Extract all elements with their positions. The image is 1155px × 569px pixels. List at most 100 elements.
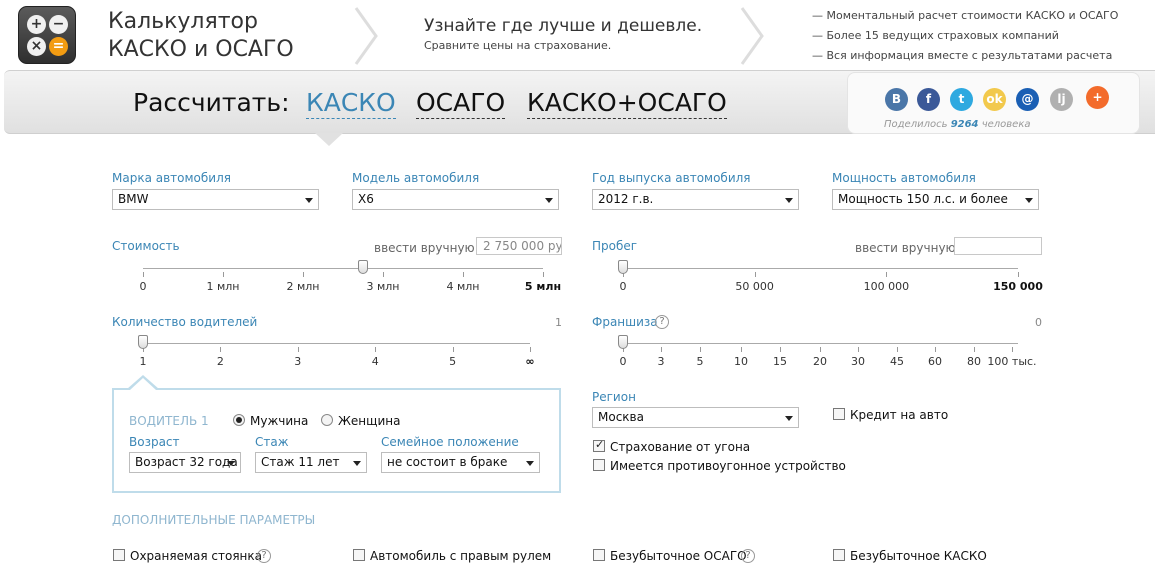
slider-tick-label: 4 [371, 355, 379, 368]
experience-label: Стаж [255, 435, 289, 449]
gender-male-radio[interactable] [233, 414, 245, 426]
slider-tick [463, 272, 464, 277]
slider-handle[interactable] [138, 335, 148, 349]
slider-track[interactable] [143, 268, 543, 269]
slider-tick [700, 347, 701, 352]
calculator-logo-icon: + − × = [18, 6, 76, 64]
family-select[interactable]: не состоит в браке [381, 452, 540, 473]
slider-tick-label: 2 млн [286, 280, 320, 293]
drivers-label: Количество водителей [112, 315, 258, 329]
antitheft-checkbox[interactable] [593, 459, 605, 471]
mileage-manual-label: ввести вручную: [855, 241, 960, 255]
region-select[interactable]: Москва [592, 407, 799, 428]
slider-tick-label: 50 000 [735, 280, 774, 293]
app-title-line1: Калькулятор [108, 9, 258, 34]
slider-tick [858, 347, 859, 352]
share-count-suffix: человека [981, 119, 1031, 130]
credit-label[interactable]: Кредит на авто [850, 408, 948, 422]
deductible-help-icon[interactable]: ? [655, 315, 669, 329]
age-select-value: Возраст 32 года [135, 455, 238, 469]
slider-track[interactable] [623, 343, 1018, 344]
tab-kasko[interactable]: КАСКО [306, 88, 396, 119]
extra-params-title: ДОПОЛНИТЕЛЬНЫЕ ПАРАМЕТРЫ [112, 513, 316, 527]
cost-manual-label: ввести вручную: [374, 241, 479, 255]
family-label: Семейное положение [381, 435, 519, 449]
slider-tick [820, 347, 821, 352]
make-select[interactable]: BMW [112, 189, 319, 210]
gender-male-label[interactable]: Мужчина [250, 414, 308, 428]
slider-handle[interactable] [618, 260, 628, 274]
guarded-parking-label[interactable]: Охраняемая стоянка [130, 549, 262, 563]
model-select-value: X6 [358, 192, 374, 206]
theft-checkbox[interactable] [593, 438, 605, 452]
no-claims-osago-help-icon[interactable]: ? [741, 549, 755, 563]
mileage-manual-input[interactable] [954, 237, 1042, 255]
slider-track[interactable] [143, 343, 530, 344]
no-claims-osago-label[interactable]: Безубыточное ОСАГО [610, 549, 747, 563]
livejournal-icon[interactable]: lj [1050, 88, 1073, 111]
slider-tick [754, 272, 756, 277]
slider-tick-label: 3 [294, 355, 302, 368]
promo-subtitle: Сравните цены на страхование. [424, 39, 612, 52]
plus-key: + [27, 15, 46, 34]
slider-handle[interactable] [358, 260, 368, 274]
age-select[interactable]: Возраст 32 года [129, 452, 241, 473]
slider-tick-label: 5 [449, 355, 457, 368]
gender-female-radio[interactable] [321, 414, 333, 426]
feature-item: — Моментальный расчет стоимости КАСКО и … [812, 9, 1119, 22]
no-claims-osago-checkbox[interactable] [593, 549, 605, 561]
twitter-icon[interactable]: t [950, 88, 973, 111]
mileage-label: Пробег [592, 239, 638, 253]
facebook-icon[interactable]: f [917, 88, 940, 111]
drivers-value: 1 [555, 316, 562, 329]
equals-key: = [49, 37, 68, 56]
share-count: Поделилось 9264 человека [884, 119, 1031, 130]
multiply-key: × [27, 37, 46, 56]
tab-kasko-osago[interactable]: КАСКО+ОСАГО [527, 88, 727, 119]
slider-tick [897, 347, 898, 352]
model-select[interactable]: X6 [352, 189, 559, 210]
slider-tick [452, 347, 454, 352]
experience-select[interactable]: Стаж 11 лет [255, 452, 367, 473]
theft-label[interactable]: Страхование от угона [610, 440, 750, 454]
guarded-parking-checkbox[interactable] [113, 549, 125, 561]
feature-list: — Моментальный расчет стоимости КАСКО и … [812, 6, 1118, 66]
slider-tick [303, 272, 304, 277]
mailru-icon[interactable]: @ [1016, 88, 1039, 111]
right-hand-drive-checkbox[interactable] [353, 549, 365, 561]
more-share-icon[interactable]: + [1086, 86, 1109, 109]
slider-tick [530, 347, 531, 352]
credit-checkbox[interactable] [833, 408, 845, 420]
no-claims-kasko-checkbox[interactable] [833, 549, 845, 561]
minus-key: − [49, 15, 68, 34]
guarded-parking-help-icon[interactable]: ? [257, 549, 271, 563]
slider-tick-label: 100 000 [863, 280, 910, 293]
slider-tick [220, 347, 222, 352]
slider-tick [223, 272, 224, 277]
vkontakte-icon[interactable]: В [885, 88, 908, 111]
slider-tick-label: 4 млн [446, 280, 480, 293]
antitheft-label[interactable]: Имеется противоугонное устройство [610, 459, 846, 473]
region-select-value: Москва [598, 410, 644, 424]
power-select[interactable]: Мощность 150 л.с. и более [832, 189, 1039, 210]
odnoklassniki-icon[interactable]: ok [983, 88, 1006, 111]
slider-tick-label: 1 млн [206, 280, 240, 293]
share-count-prefix: Поделилось [884, 119, 948, 130]
year-select[interactable]: 2012 г.в. [592, 189, 799, 210]
slider-tick-label: 150 000 [993, 280, 1043, 293]
gender-female-label[interactable]: Женщина [338, 414, 400, 428]
active-tab-pointer [315, 133, 343, 146]
tab-osago[interactable]: ОСАГО [416, 88, 506, 119]
no-claims-kasko-label[interactable]: Безубыточное КАСКО [850, 549, 987, 563]
app-title: Калькулятор КАСКО и ОСАГО [108, 8, 294, 64]
slider-track[interactable] [623, 268, 1018, 269]
slider-handle[interactable] [618, 335, 628, 349]
app-title-line2: КАСКО и ОСАГО [108, 37, 294, 62]
slider-tick-label: 3 млн [366, 280, 400, 293]
slider-tick [297, 347, 299, 352]
slider-tick [143, 272, 144, 277]
feature-item: — Более 15 ведущих страховых компаний [812, 29, 1059, 42]
cost-manual-input[interactable] [476, 237, 562, 255]
deductible-label: Франшиза [592, 315, 658, 329]
right-hand-drive-label[interactable]: Автомобиль с правым рулем [370, 549, 551, 563]
